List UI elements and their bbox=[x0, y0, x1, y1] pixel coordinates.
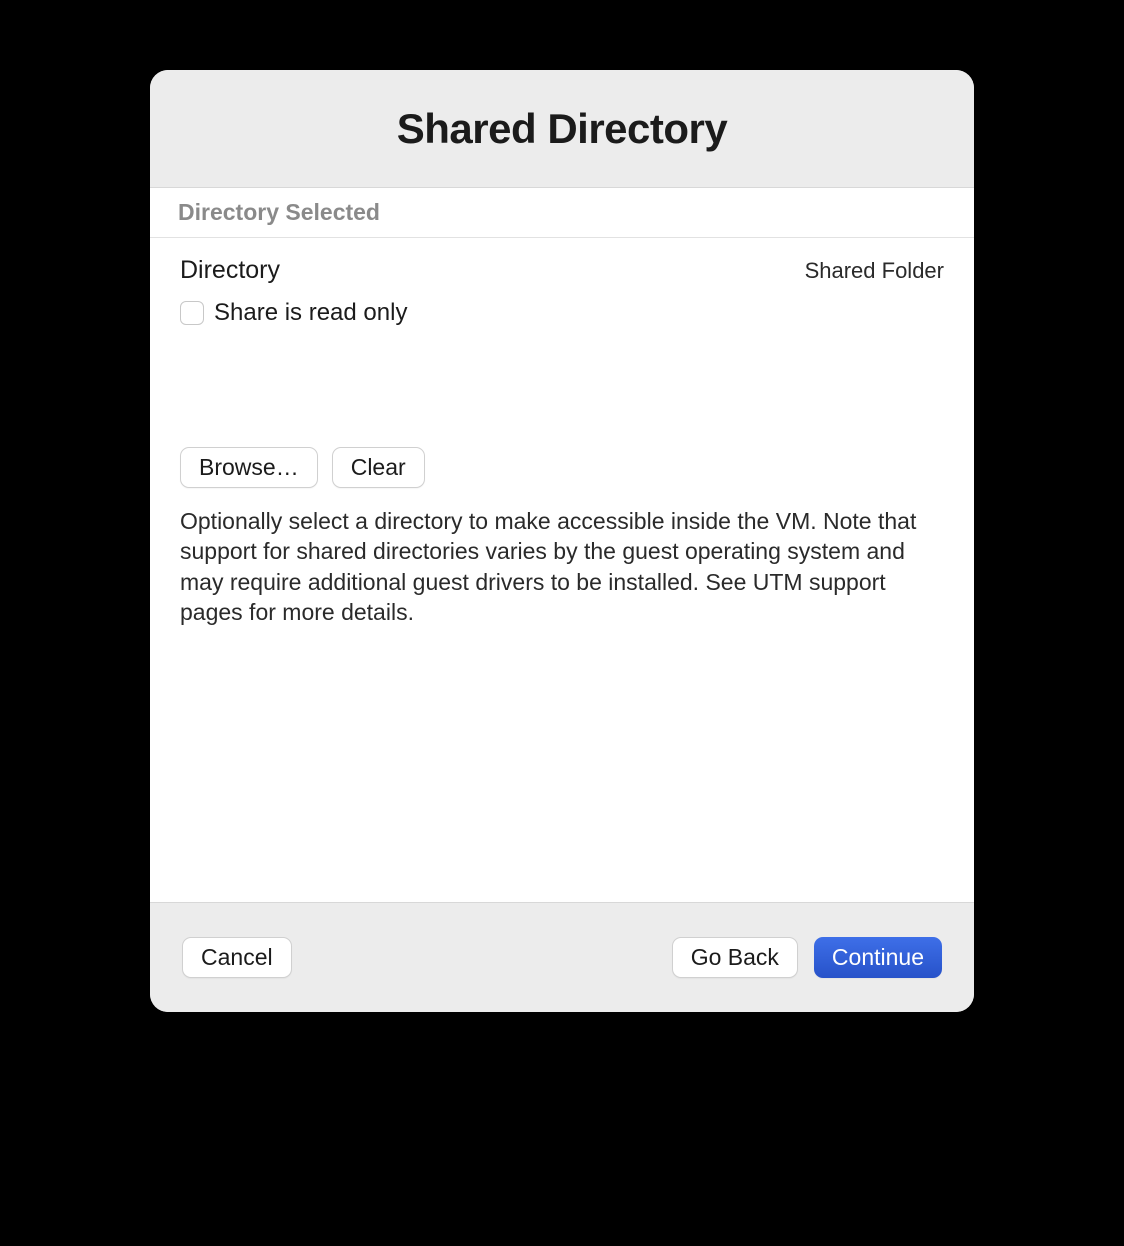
go-back-button[interactable]: Go Back bbox=[672, 937, 798, 978]
directory-label: Directory bbox=[180, 256, 280, 285]
description-text: Optionally select a directory to make ac… bbox=[180, 506, 944, 627]
clear-button[interactable]: Clear bbox=[332, 447, 425, 488]
directory-row: Directory Shared Folder bbox=[180, 256, 944, 285]
section-header-label: Directory Selected bbox=[178, 199, 380, 226]
content-area: Directory Shared Folder Share is read on… bbox=[150, 238, 974, 902]
section-header: Directory Selected bbox=[150, 188, 974, 238]
directory-button-row: Browse… Clear bbox=[180, 447, 944, 488]
dialog-window: Shared Directory Directory Selected Dire… bbox=[150, 70, 974, 1012]
directory-value: Shared Folder bbox=[805, 258, 944, 284]
cancel-button[interactable]: Cancel bbox=[182, 937, 292, 978]
readonly-checkbox-label: Share is read only bbox=[214, 299, 407, 327]
browse-button[interactable]: Browse… bbox=[180, 447, 318, 488]
titlebar: Shared Directory bbox=[150, 70, 974, 188]
continue-button[interactable]: Continue bbox=[814, 937, 942, 978]
footer: Cancel Go Back Continue bbox=[150, 902, 974, 1012]
dialog-title: Shared Directory bbox=[397, 105, 727, 153]
readonly-checkbox-row: Share is read only bbox=[180, 299, 944, 327]
footer-right: Go Back Continue bbox=[672, 937, 942, 978]
readonly-checkbox[interactable] bbox=[180, 301, 204, 325]
